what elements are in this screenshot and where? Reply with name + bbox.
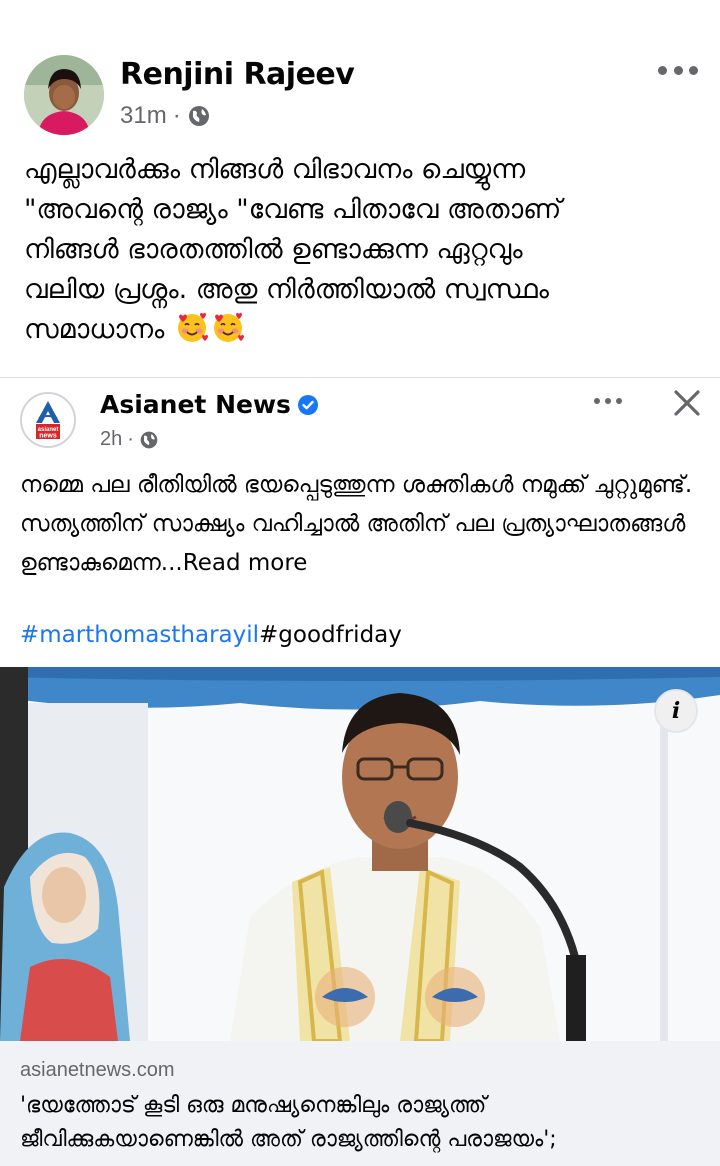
post-time[interactable]: 31m — [120, 102, 167, 130]
post-text: എല്ലാവർക്കും നിങ്ങൾ വിഭാവനം ചെയ്യുന്ന "അ… — [24, 150, 704, 350]
post-header: Renjini Rajeev 31m · — [0, 0, 720, 140]
shared-text: നമ്മെ പല രീതിയിൽ ഭയപ്പെടുത്തുന്ന ശക്തികൾ… — [20, 466, 710, 583]
globe-icon — [188, 106, 209, 126]
shared-more-options-icon[interactable] — [594, 398, 622, 408]
hashtag-link[interactable]: #goodfriday — [259, 622, 402, 648]
shared-meta-separator: · — [127, 428, 134, 450]
avatar[interactable] — [24, 55, 104, 135]
info-icon-label: i — [671, 698, 681, 724]
shared-page-name[interactable]: Asianet News — [100, 390, 319, 419]
info-icon[interactable]: i — [654, 689, 698, 733]
read-more-link[interactable]: Read more — [183, 550, 308, 576]
smiling-face-with-hearts-icon — [177, 312, 208, 342]
shared-time[interactable]: 2h — [100, 428, 122, 451]
author-name[interactable]: Renjini Rajeev — [120, 57, 355, 92]
close-icon[interactable] — [670, 386, 704, 420]
link-title[interactable]: 'ഭയത്തോട് കൂടി ഒരു മനുഷ്യനെങ്കിലും രാജ്യ… — [20, 1089, 700, 1157]
smiling-face-with-hearts-icon — [213, 312, 244, 342]
shared-body: നമ്മെ പല രീതിയിൽ ഭയപ്പെടുത്തുന്ന ശക്തികൾ… — [20, 472, 693, 576]
shared-page-name-text[interactable]: Asianet News — [100, 390, 291, 419]
post-body: എല്ലാവർക്കും നിങ്ങൾ വിഭാവനം ചെയ്യുന്ന "അ… — [24, 154, 562, 345]
more-options-icon[interactable] — [658, 56, 698, 84]
photo-illustration — [0, 667, 720, 1041]
shared-meta: 2h · — [100, 428, 159, 451]
post-meta: 31m · — [120, 102, 211, 130]
asianet-news-logo[interactable]: asianet news — [20, 392, 76, 448]
verified-badge-icon — [297, 394, 318, 415]
meta-separator: · — [172, 102, 181, 129]
hashtag-link[interactable]: #marthomastharayil — [20, 622, 259, 648]
post-photo[interactable]: i — [0, 667, 720, 1041]
globe-icon — [140, 431, 158, 448]
shared-post[interactable]: asianet news Asianet News 2h · നമ്മെ പല … — [0, 377, 720, 1166]
svg-text:news: news — [39, 433, 57, 440]
link-domain: asianetnews.com — [20, 1059, 175, 1081]
hashtags: #marthomastharayil#goodfriday — [20, 622, 402, 648]
link-preview[interactable]: asianetnews.com 'ഭയത്തോട് കൂടി ഒരു മനുഷ്… — [0, 1041, 720, 1166]
